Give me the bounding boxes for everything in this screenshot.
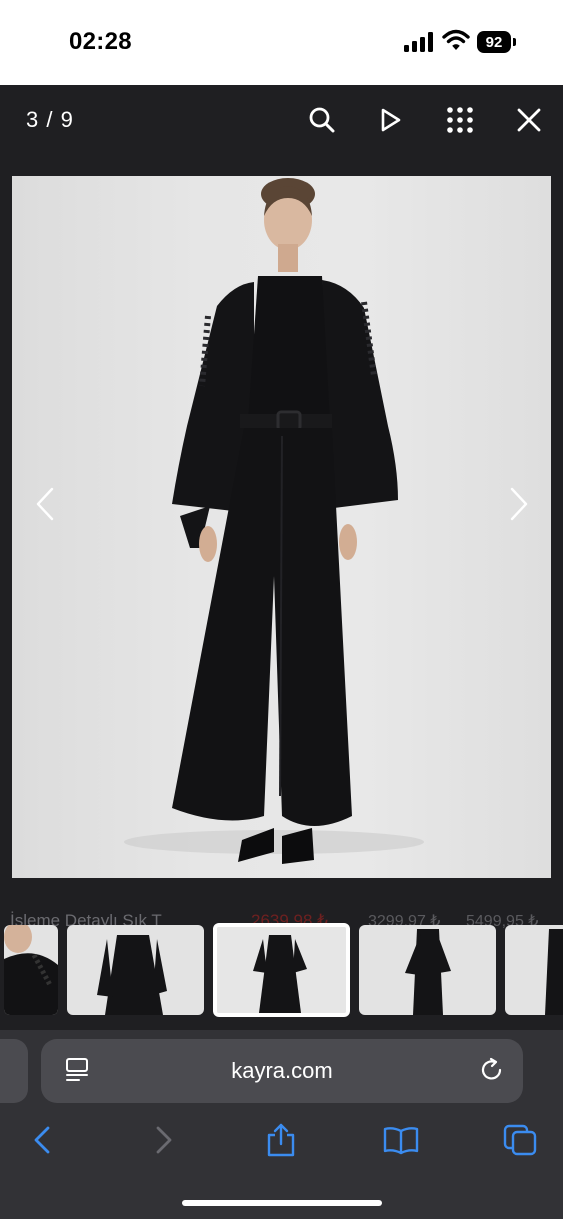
- previous-tab-preview[interactable]: [0, 1039, 28, 1103]
- forward-icon: [156, 1126, 172, 1154]
- thumbnail-image: [405, 929, 451, 1015]
- next-image-button[interactable]: [504, 482, 534, 526]
- battery-indicator: 92: [477, 31, 511, 53]
- bookmarks-button[interactable]: [379, 1120, 423, 1160]
- search-icon: [309, 107, 335, 133]
- thumbnail[interactable]: [4, 925, 58, 1015]
- previous-image-button[interactable]: [30, 482, 60, 526]
- share-button[interactable]: [259, 1120, 303, 1160]
- cellular-signal-icon: [404, 32, 433, 52]
- thumbnail-active[interactable]: [213, 923, 350, 1017]
- url-text: kayra.com: [231, 1058, 333, 1083]
- chevron-right-icon: [510, 487, 528, 521]
- image-counter: 3 / 9: [26, 107, 74, 132]
- browser-toolbar: kayra.com: [0, 1030, 563, 1219]
- thumbnail-image: [217, 927, 346, 1013]
- reload-icon[interactable]: [479, 1057, 505, 1083]
- tabs-button[interactable]: [498, 1120, 542, 1160]
- wifi-icon: [442, 29, 470, 50]
- battery-tip: [513, 38, 516, 46]
- thumbnail-image: [4, 925, 58, 1015]
- grid-icon: [447, 107, 473, 133]
- thumbnail[interactable]: [505, 925, 563, 1015]
- search-button[interactable]: [304, 102, 340, 138]
- home-indicator: [182, 1200, 382, 1206]
- share-icon: [267, 1123, 295, 1157]
- play-icon: [381, 108, 401, 132]
- battery-level: 92: [485, 33, 503, 51]
- chevron-left-icon: [36, 487, 54, 521]
- back-icon: [34, 1126, 50, 1154]
- bookmarks-icon: [383, 1127, 419, 1155]
- gallery-toolbar: 3 / 9: [0, 85, 563, 175]
- address-bar[interactable]: kayra.com: [41, 1039, 523, 1103]
- product-photo[interactable]: [12, 176, 551, 878]
- thumbnail[interactable]: [359, 925, 496, 1015]
- status-bar: 02:28 92: [0, 0, 563, 85]
- slideshow-play-button[interactable]: [373, 102, 409, 138]
- status-time: 02:28: [69, 28, 132, 55]
- thumbnail[interactable]: [67, 925, 204, 1015]
- thumbnail-image: [545, 929, 563, 1015]
- image-gallery-overlay: 3 / 9 İşleme Detaylı Şık T 2639,98 ₺ 329…: [0, 85, 563, 1030]
- tabs-icon: [503, 1124, 537, 1156]
- grid-view-button[interactable]: [442, 102, 478, 138]
- thumbnail-image: [97, 935, 167, 1015]
- thumbnail-strip: [0, 923, 563, 1017]
- forward-button[interactable]: [142, 1120, 186, 1160]
- close-icon: [517, 108, 541, 132]
- back-button[interactable]: [20, 1120, 64, 1160]
- model-figure: [124, 178, 424, 864]
- close-gallery-button[interactable]: [511, 102, 547, 138]
